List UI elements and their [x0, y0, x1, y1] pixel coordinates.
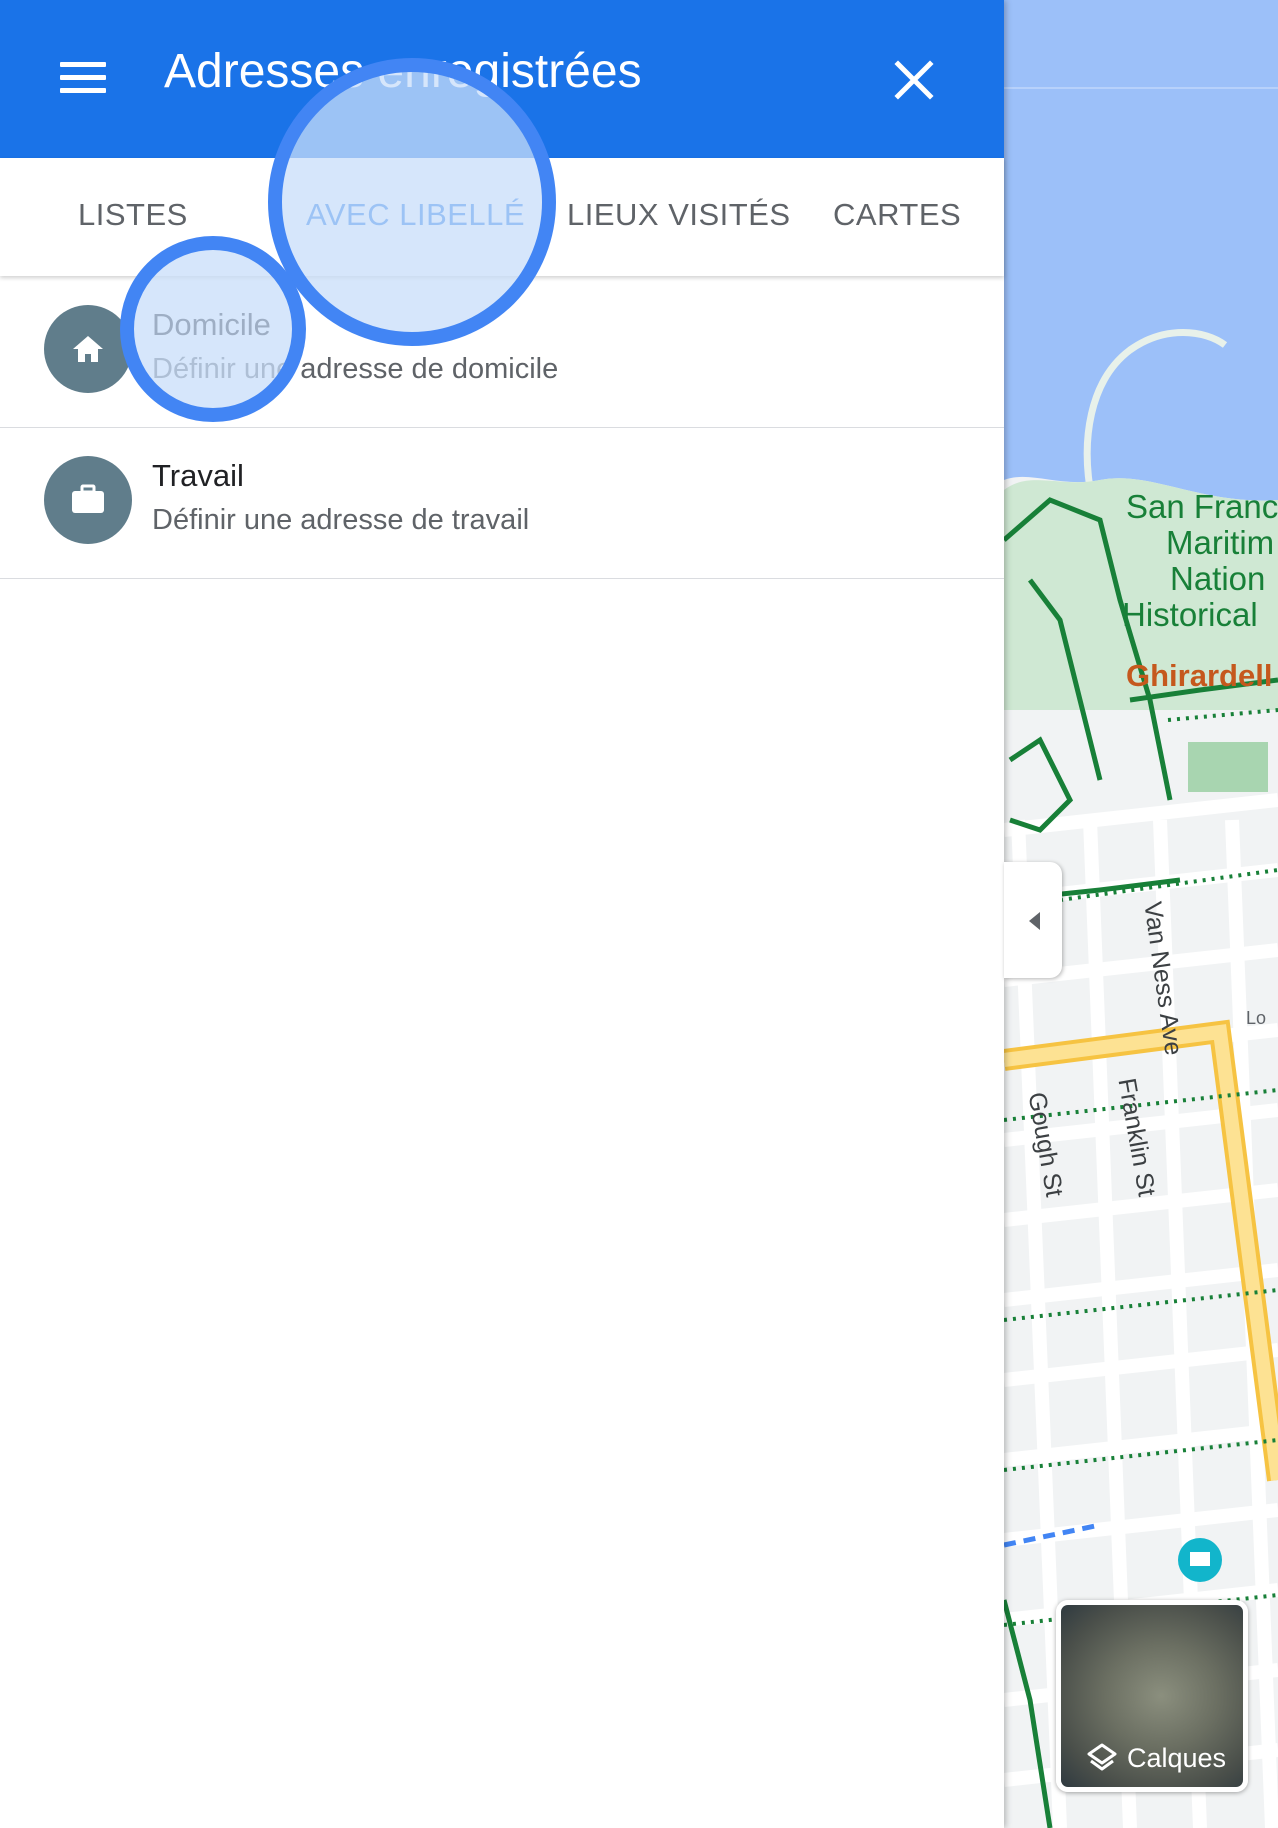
tab-bar: LISTES AVEC LIBELLÉ LIEUX VISITÉS CARTES	[0, 158, 1004, 276]
map-label-poi-1: San Franc	[1126, 488, 1278, 525]
place-subtitle: Définir une adresse de travail	[152, 504, 530, 536]
home-icon-badge	[44, 305, 132, 393]
list-item-travail[interactable]: Travail Définir une adresse de travail	[0, 428, 1004, 579]
app-bar: Adresses enregistrées	[0, 0, 1004, 158]
layers-label: Calques	[1127, 1743, 1227, 1773]
saved-places-drawer: Adresses enregistrées LISTES AVEC LIBELL…	[0, 0, 1004, 1828]
layers-icon	[1087, 1743, 1117, 1771]
close-icon	[894, 60, 934, 100]
map-label-lombard: Lo	[1246, 1008, 1267, 1028]
place-title: Travail	[152, 458, 244, 493]
menu-button[interactable]	[52, 50, 116, 106]
work-icon	[72, 484, 104, 513]
home-icon	[73, 336, 103, 362]
tab-cartes[interactable]: CARTES	[833, 158, 961, 276]
menu-icon	[60, 62, 106, 67]
tab-listes[interactable]: LISTES	[78, 158, 188, 276]
page-title: Adresses enregistrées	[164, 45, 642, 98]
map-label-poi-4: Historical	[1122, 596, 1258, 633]
water-bay	[1004, 0, 1278, 501]
caret-left-icon	[1029, 912, 1040, 930]
tab-avec-libelle[interactable]: AVEC LIBELLÉ	[306, 158, 525, 276]
map-label-ghirardelli: Ghirardell	[1126, 658, 1273, 693]
place-subtitle: Définir une adresse de domicile	[152, 353, 559, 385]
close-button[interactable]	[884, 50, 944, 110]
work-icon-badge	[44, 456, 132, 544]
tab-lieux-visites[interactable]: LIEUX VISITÉS	[567, 158, 791, 276]
list-item-domicile[interactable]: Domicile Définir une adresse de domicile	[0, 277, 1004, 428]
collapse-panel-button[interactable]	[1004, 862, 1062, 978]
place-title: Domicile	[152, 307, 271, 342]
layers-button[interactable]: Calques	[1056, 1600, 1248, 1792]
map-label-poi-2: Maritim	[1166, 524, 1275, 561]
map-label-poi-3: Nation	[1170, 560, 1266, 597]
